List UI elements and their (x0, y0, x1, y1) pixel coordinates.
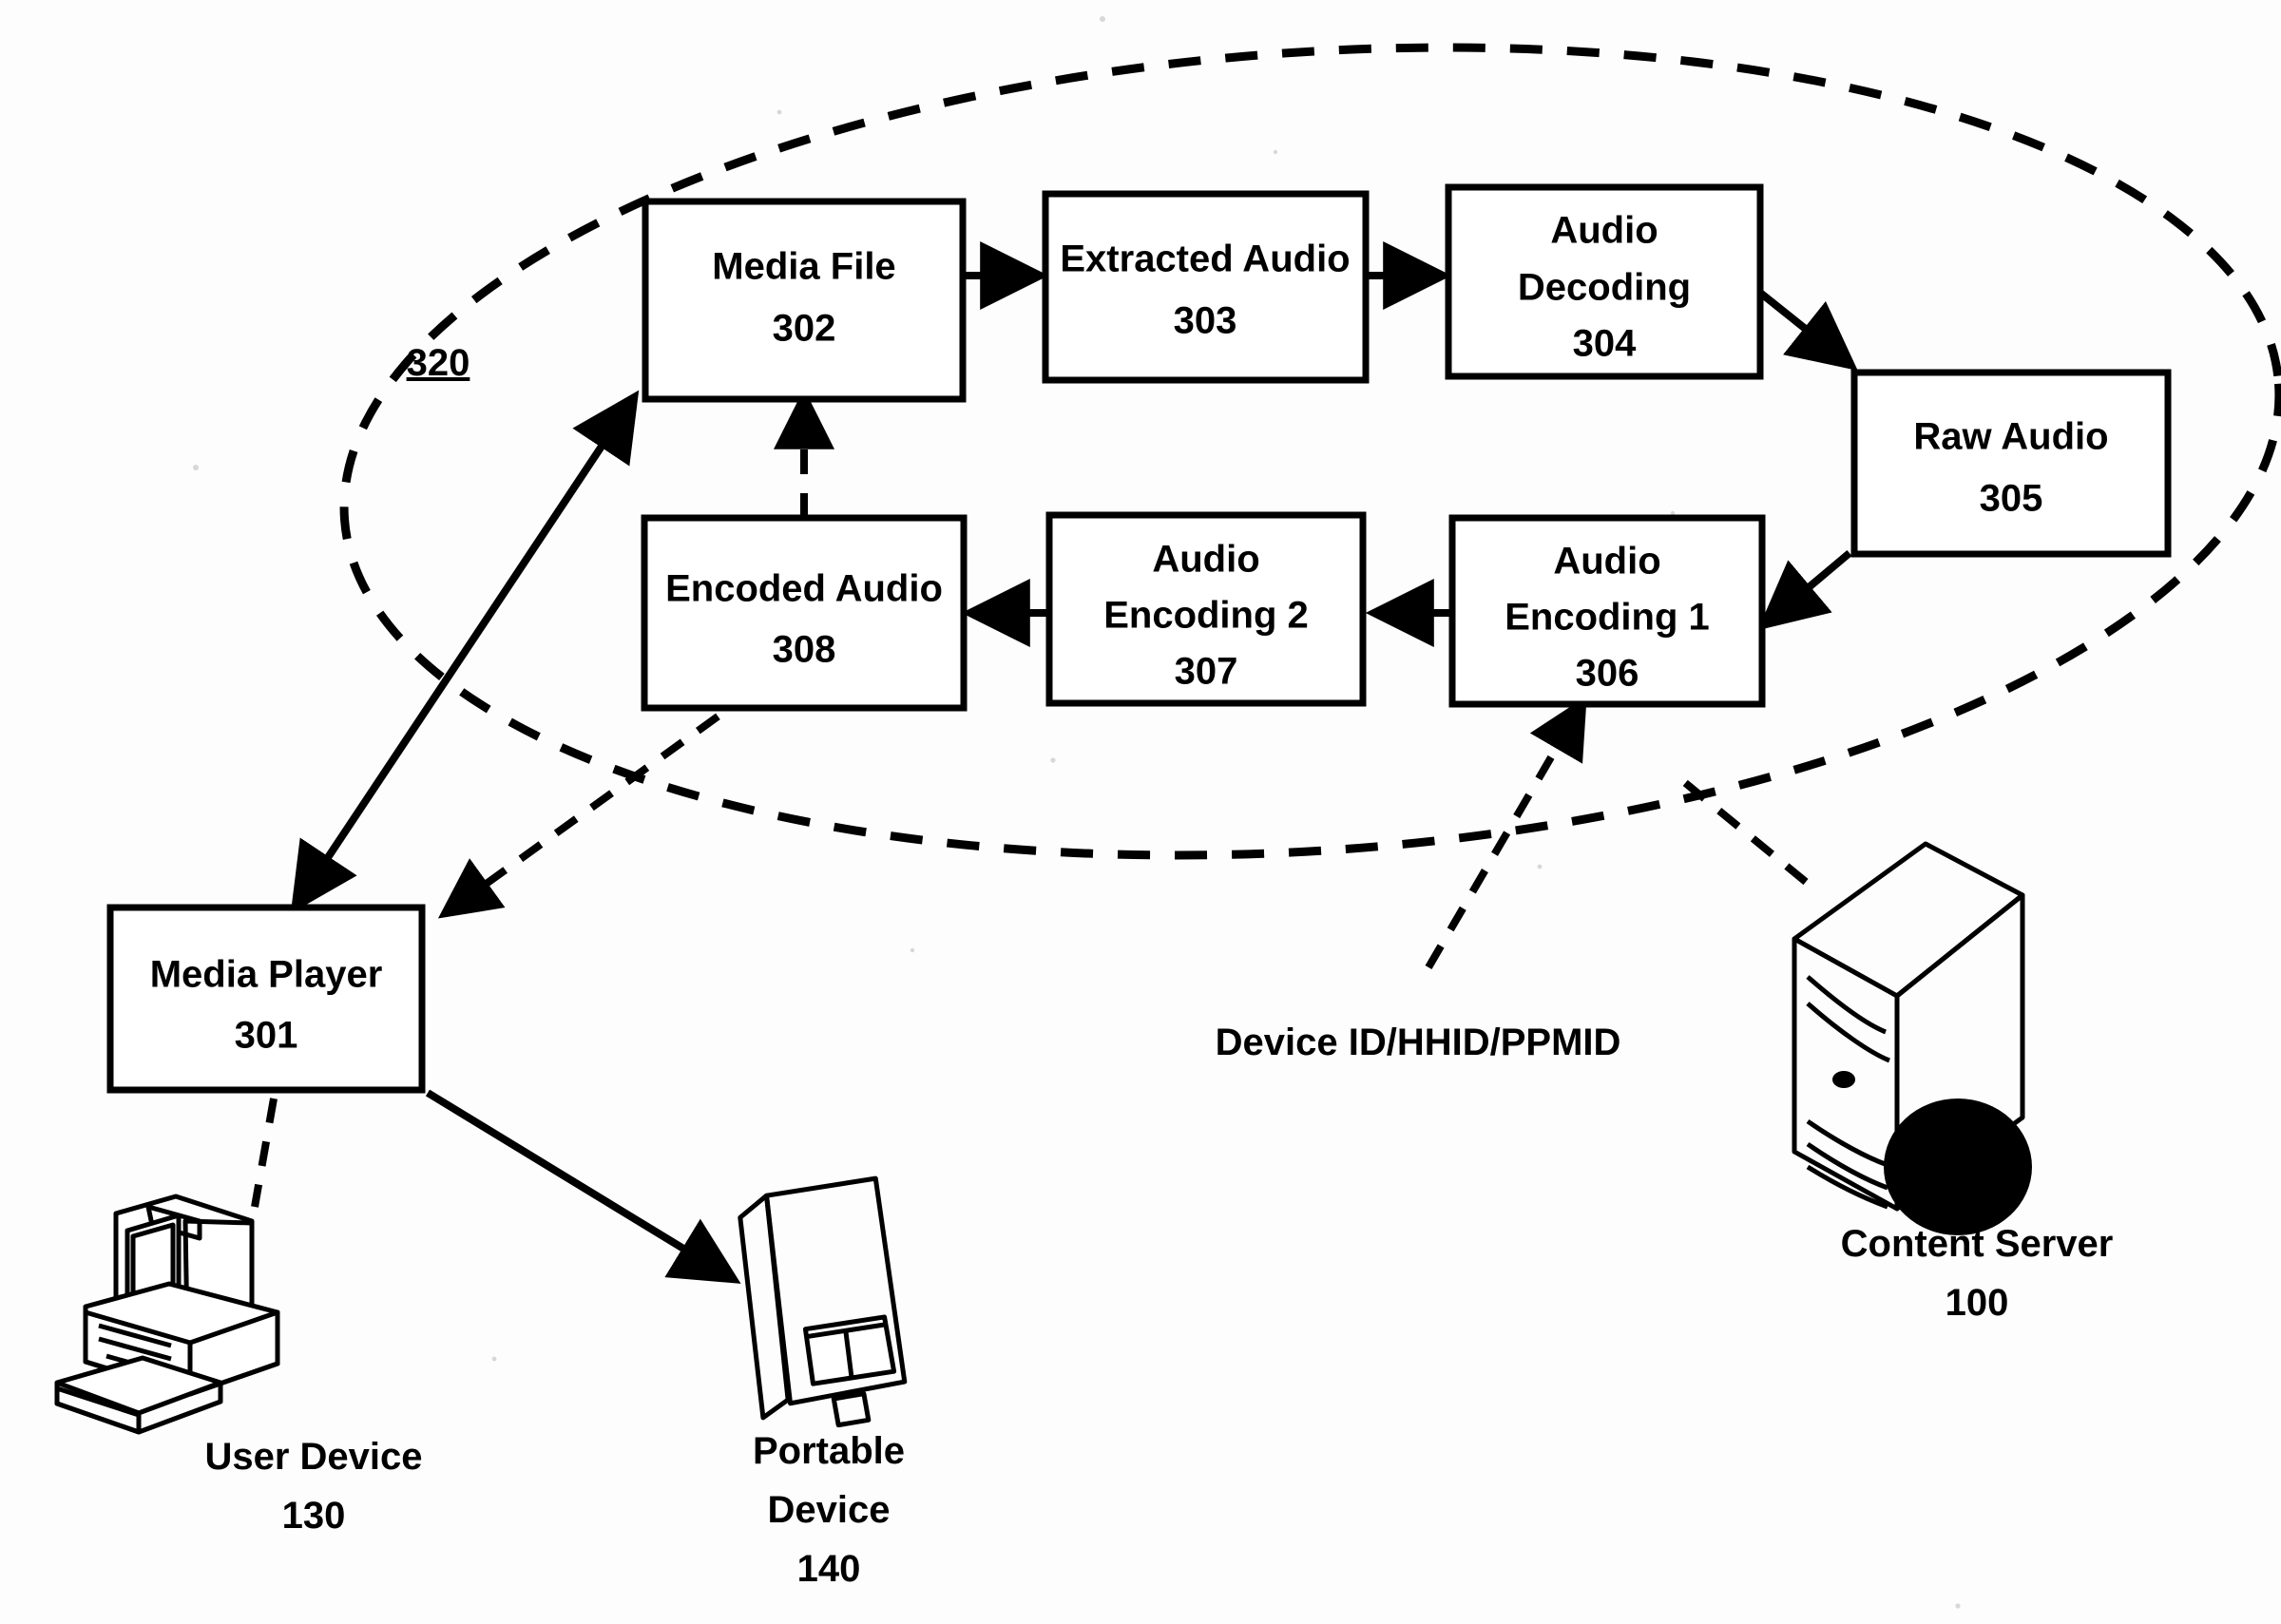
box-extracted-audio-303[interactable]: Extracted Audio 303 (1042, 190, 1370, 384)
box-extracted-audio-number: 303 (1174, 300, 1237, 342)
box-extracted-audio-title: Extracted Audio (1060, 239, 1350, 280)
connector-304-to-305 (1757, 289, 1858, 371)
box-encoded-audio-308[interactable]: Encoded Audio 308 (641, 514, 968, 712)
box-audio-encoding2-line2: Encoding 2 (1103, 595, 1309, 637)
box-raw-audio-title: Raw Audio (1913, 416, 2108, 458)
connector-deviceid-to-306-dashed (1425, 696, 1587, 970)
diagram-canvas: 320 Media File 302 Extracted Audio 303 A… (54, 16, 2281, 1609)
portable-device-label-line3: 140 (797, 1548, 861, 1590)
connector-contentserver-to-group-dashed (1676, 774, 1809, 886)
user-device-label-line1: User Device (204, 1436, 422, 1478)
connector-301-to-userdevice-dashed (251, 1098, 278, 1208)
portable-media-player-icon (738, 1175, 908, 1428)
portable-device-label-line2: Device (768, 1489, 891, 1531)
box-raw-audio-305[interactable]: Raw Audio 305 (1850, 369, 2172, 558)
device-id-annotation-label: Device ID/HHID/PPMID (1216, 1022, 1621, 1063)
box-media-file-302[interactable]: Media File 302 (642, 198, 967, 403)
user-device-label-line2: 130 (282, 1495, 346, 1537)
content-server-label-line2: 100 (1946, 1282, 2009, 1324)
box-audio-encoding1-line2: Encoding 1 (1505, 597, 1710, 639)
box-audio-decoding-304[interactable]: Audio Decoding 304 (1445, 183, 1764, 380)
box-audio-encoding-1-306[interactable]: Audio Encoding 1 306 (1448, 514, 1766, 708)
box-raw-audio-number: 305 (1980, 478, 2043, 520)
group-320-reference-label: 320 (407, 342, 470, 384)
connector-301-to-portabledevice (425, 1089, 741, 1284)
patent-figure-page: 320 Media File 302 Extracted Audio 303 A… (0, 0, 2281, 1624)
box-media-file-number: 302 (773, 308, 836, 350)
box-audio-decoding-line1: Audio (1550, 210, 1658, 252)
box-audio-encoding-2-307[interactable]: Audio Encoding 2 307 (1045, 511, 1367, 707)
box-audio-decoding-line2: Decoding (1518, 267, 1691, 309)
box-media-player-number: 301 (235, 1015, 298, 1057)
box-media-player-title: Media Player (150, 954, 383, 996)
box-audio-encoding2-number: 307 (1175, 651, 1238, 693)
server-tower-icon (1792, 841, 2032, 1235)
box-encoded-audio-number: 308 (773, 629, 836, 671)
connector-305-to-306 (1757, 549, 1852, 631)
box-audio-decoding-number: 304 (1573, 323, 1637, 365)
portable-device-label-line1: Portable (753, 1430, 905, 1472)
box-audio-encoding1-number: 306 (1576, 653, 1639, 695)
desktop-computer-icon (54, 1194, 280, 1435)
box-media-file-title: Media File (712, 246, 895, 288)
content-server-label-line1: Content Server (1841, 1223, 2114, 1265)
box-audio-encoding2-line1: Audio (1152, 539, 1259, 581)
box-audio-encoding1-line1: Audio (1553, 541, 1660, 583)
box-encoded-audio-title: Encoded Audio (665, 568, 943, 610)
box-media-player-301[interactable]: Media Player 301 (106, 904, 426, 1094)
